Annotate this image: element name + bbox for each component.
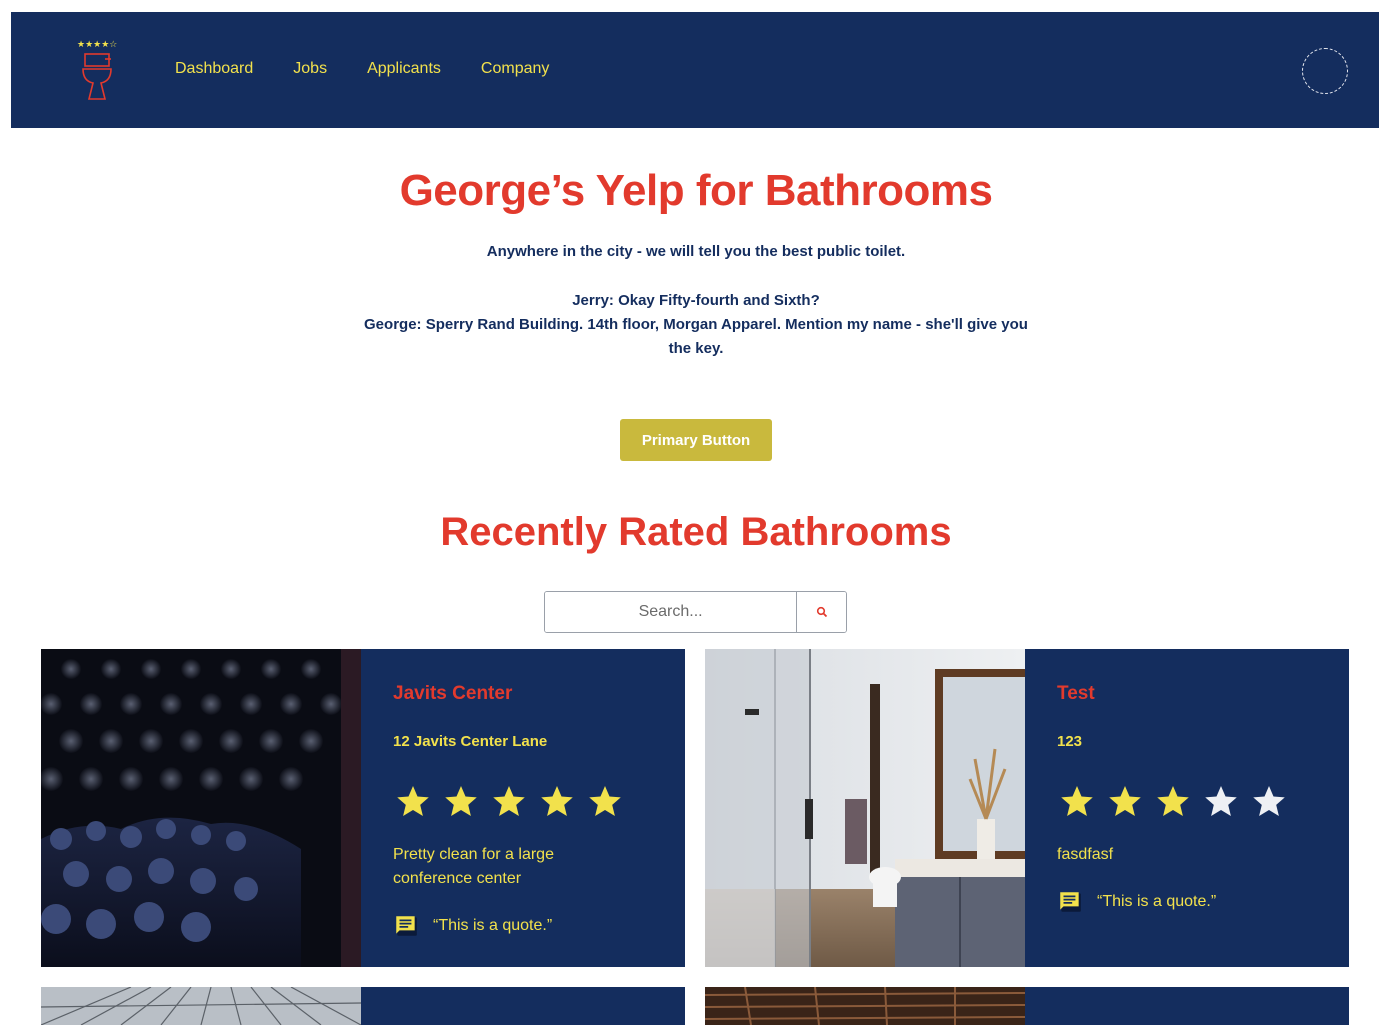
nav-link-dashboard[interactable]: Dashboard <box>175 60 253 78</box>
svg-text:★★★★☆: ★★★★☆ <box>77 40 117 50</box>
card-quote-text: “This is a quote.” <box>1097 893 1217 910</box>
bathroom-card-partial[interactable] <box>41 987 685 1025</box>
building-photo <box>41 987 361 1025</box>
star-icon <box>397 786 429 816</box>
conference-audience-photo <box>41 649 361 967</box>
card-address: 12 Javits Center Lane <box>393 733 548 750</box>
star-icon <box>541 786 573 816</box>
bathroom-card[interactable]: Test 123 fasdfasf “This is a quote.” <box>705 649 1349 967</box>
restaurant-photo <box>705 987 1025 1025</box>
star-icon <box>1157 786 1189 816</box>
nav-link-applicants[interactable]: Applicants <box>367 60 441 78</box>
card-body: Javits Center 12 Javits Center Lane Pret… <box>393 649 673 967</box>
card-description: Pretty clean for a large conference cent… <box>393 846 554 887</box>
bathroom-card[interactable]: Javits Center 12 Javits Center Lane Pret… <box>41 649 685 967</box>
star-empty-icon <box>1253 786 1285 816</box>
card-title[interactable]: Javits Center <box>393 683 512 705</box>
star-rating <box>393 783 625 819</box>
search-bar <box>544 591 847 633</box>
card-body: Test 123 fasdfasf “This is a quote.” <box>1057 649 1337 967</box>
bathroom-card-partial[interactable] <box>705 987 1349 1025</box>
star-icon <box>1109 786 1141 816</box>
card-title[interactable]: Test <box>1057 683 1095 705</box>
card-address: 123 <box>1057 733 1083 750</box>
comment-icon <box>1060 892 1081 912</box>
search-button[interactable] <box>796 592 846 632</box>
hero-subtitle: Anywhere in the city - we will tell you … <box>486 243 906 260</box>
top-navbar: ★★★★☆ Dashboard Jobs Applicants Company <box>11 12 1379 128</box>
search-input[interactable] <box>545 592 797 632</box>
star-icon <box>1061 786 1093 816</box>
page-title: George’s Yelp for Bathrooms <box>399 166 993 215</box>
star-rating <box>1057 783 1289 819</box>
card-quote-text: “This is a quote.” <box>433 917 553 934</box>
search-icon <box>816 606 827 618</box>
star-icon <box>589 786 621 816</box>
hero-quote: Jerry: Okay Fifty-fourth and Sixth? Geor… <box>360 289 1032 361</box>
comment-icon <box>396 916 417 936</box>
section-title: Recently Rated Bathrooms <box>440 510 952 554</box>
main-nav: Dashboard Jobs Applicants Company <box>175 60 589 78</box>
user-avatar[interactable] <box>1302 48 1348 94</box>
star-empty-icon <box>1205 786 1237 816</box>
hero-quote-line-1: Jerry: Okay Fifty-fourth and Sixth? <box>572 292 820 309</box>
hero-quote-line-2: George: Sperry Rand Building. 14th floor… <box>364 316 1028 357</box>
star-icon <box>445 786 477 816</box>
nav-link-jobs[interactable]: Jobs <box>293 60 327 78</box>
bathroom-photo <box>705 649 1025 967</box>
nav-link-company[interactable]: Company <box>481 60 549 78</box>
card-quote: “This is a quote.” <box>393 913 552 939</box>
star-icon <box>493 786 525 816</box>
card-description: fasdfasf <box>1057 846 1114 863</box>
primary-button[interactable]: Primary Button <box>620 419 772 461</box>
toilet-logo-icon[interactable]: ★★★★☆ <box>75 39 123 103</box>
card-quote: “This is a quote.” <box>1057 889 1216 915</box>
